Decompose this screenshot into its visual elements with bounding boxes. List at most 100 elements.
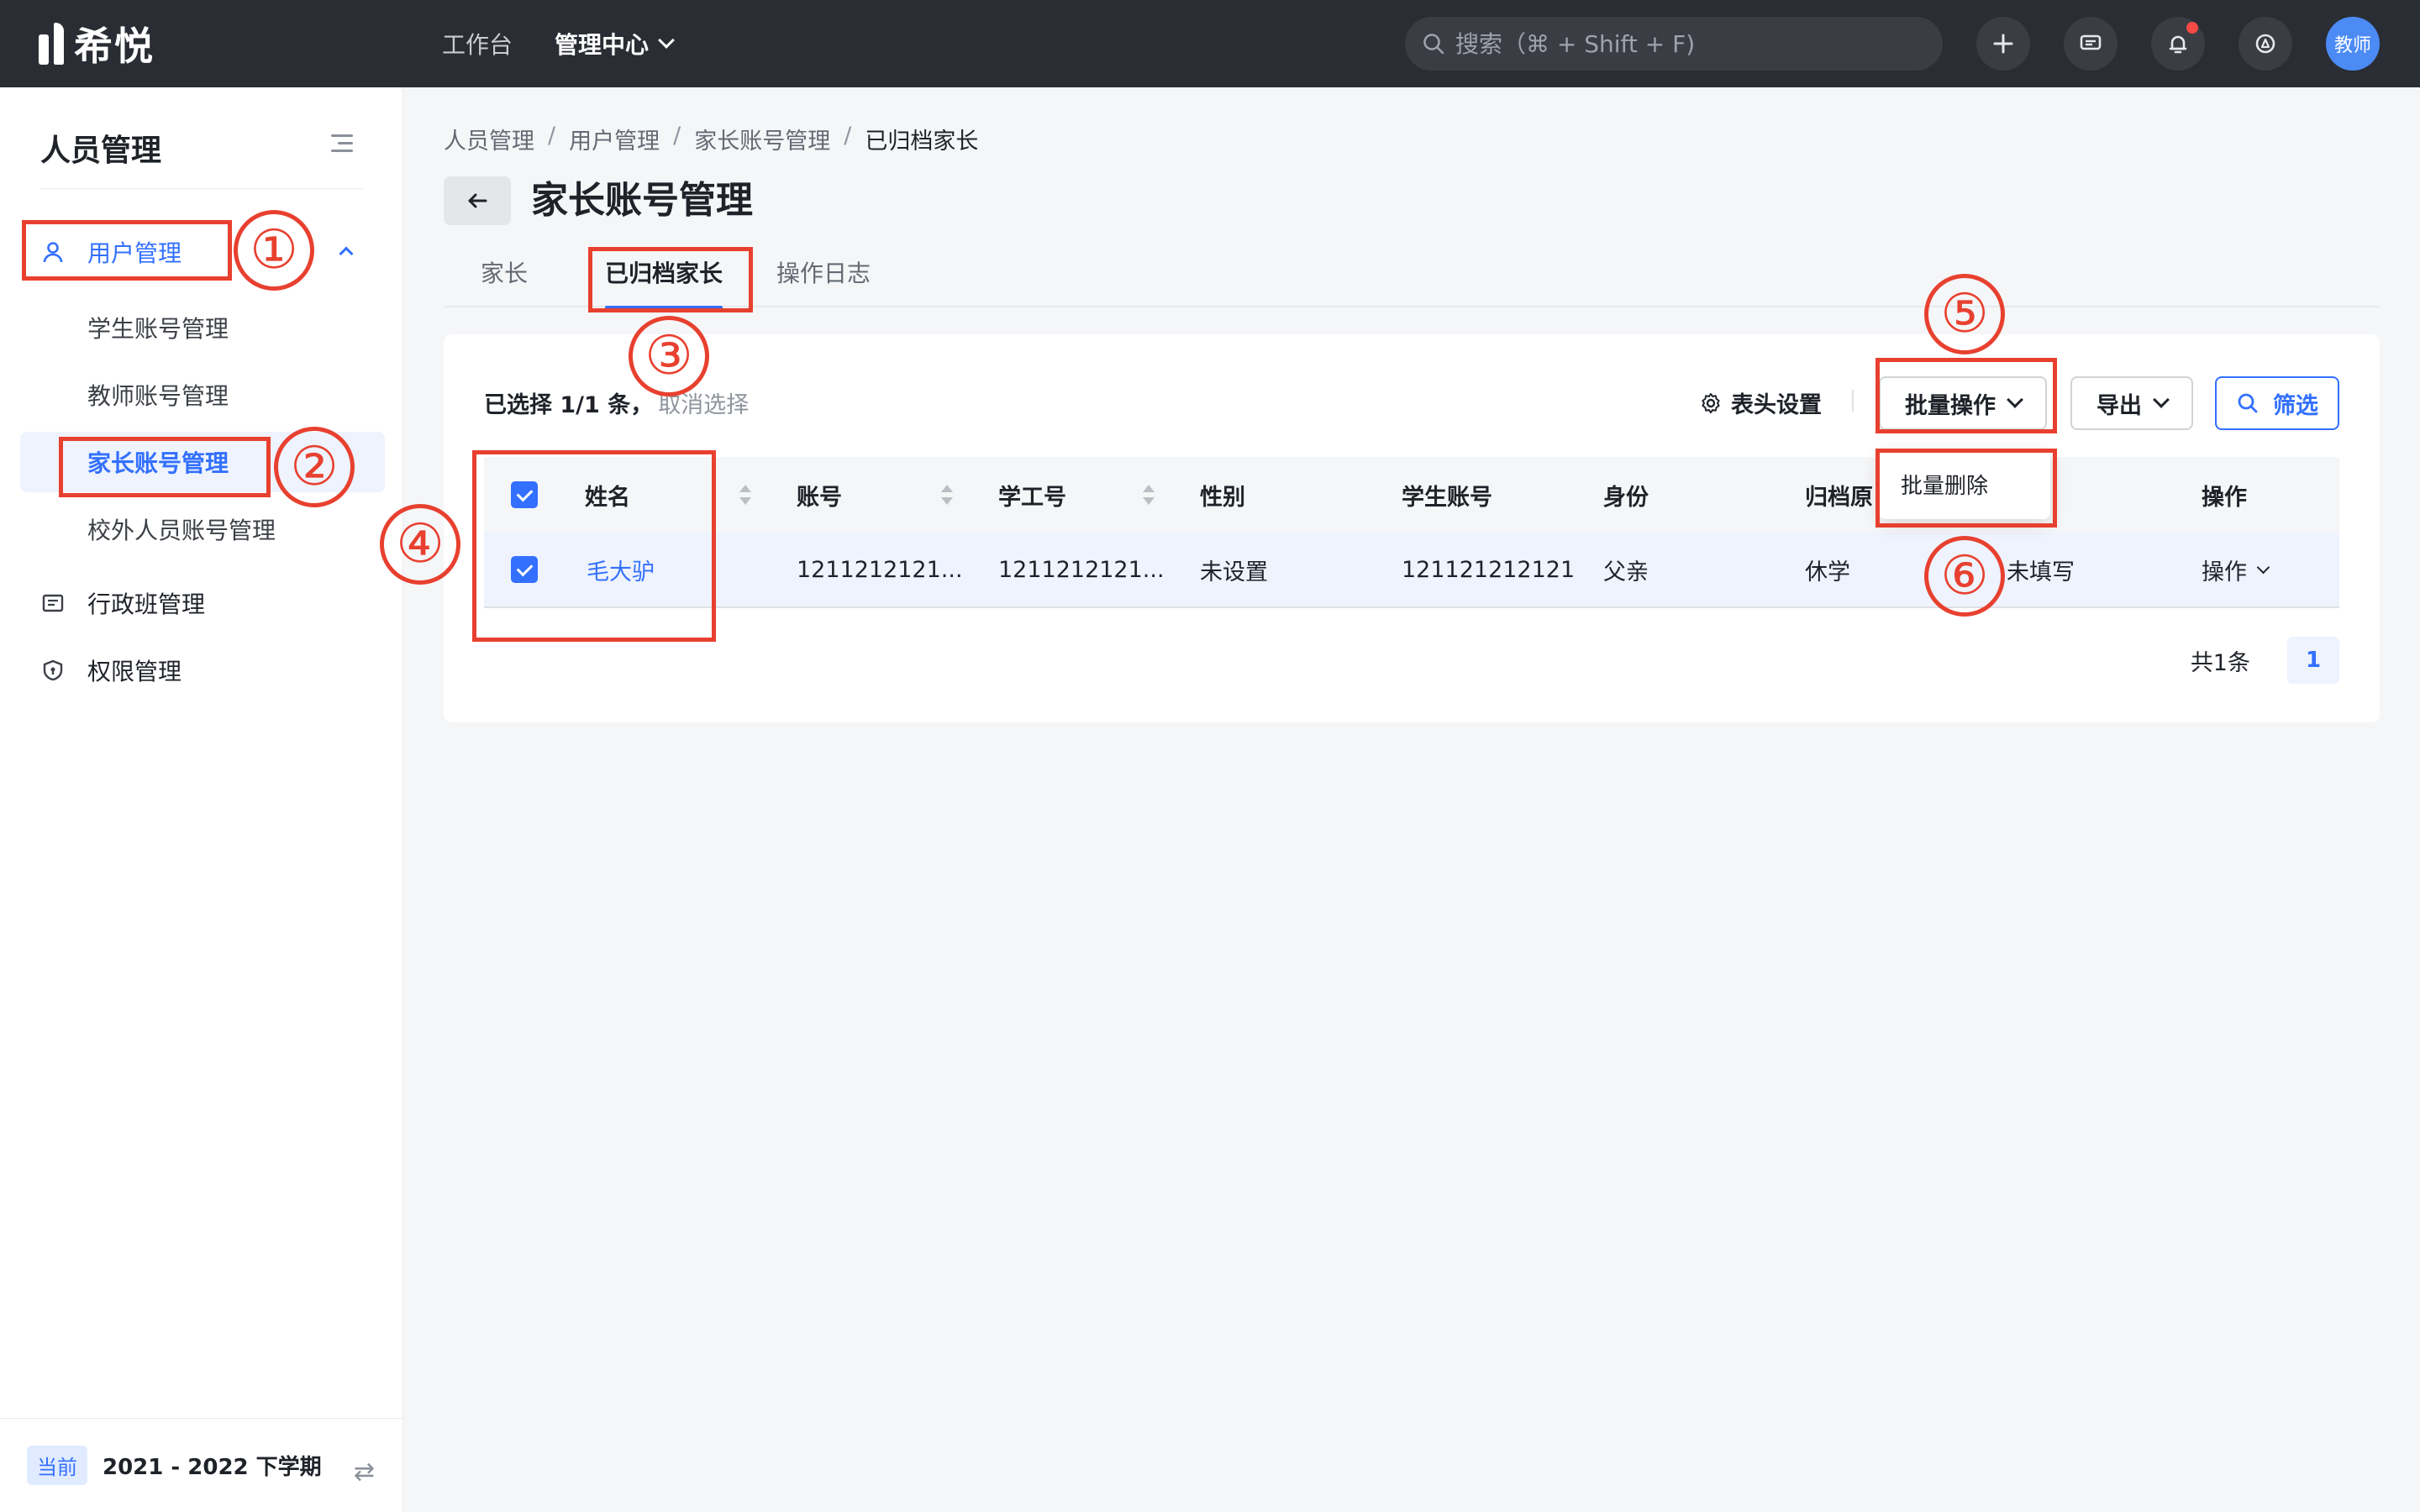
- notification-dot: [2186, 22, 2198, 34]
- app-switch-button[interactable]: [2238, 17, 2292, 71]
- sidebar-divider: [40, 188, 363, 189]
- user-avatar[interactable]: 教师: [2326, 17, 2380, 71]
- term-label: 2021 - 2022 下学期: [103, 1455, 322, 1480]
- sidebar-item-teacher-accounts[interactable]: 教师账号管理: [20, 365, 385, 425]
- chevron-down-icon: [2153, 391, 2170, 408]
- sort-icon[interactable]: [941, 483, 953, 507]
- header-settings-button[interactable]: 表头设置: [1699, 386, 1822, 419]
- search-icon: [2238, 393, 2258, 413]
- cell-account: 1211212121...: [797, 556, 963, 583]
- sidebar-item-student-accounts[interactable]: 学生账号管理: [20, 297, 385, 358]
- gear-icon: [1702, 392, 1720, 413]
- messages-button[interactable]: [2064, 17, 2118, 71]
- selection-info: 已选择 1/1 条， 取消选择: [484, 386, 749, 419]
- app-logo[interactable]: 希悦: [39, 20, 155, 69]
- sidebar-title: 人员管理: [40, 134, 162, 168]
- tab-parents[interactable]: 家长: [481, 255, 528, 306]
- sidebar-item-class-management[interactable]: 行政班管理: [20, 573, 385, 633]
- sort-icon[interactable]: [1143, 483, 1155, 507]
- sidebar-item-external-accounts[interactable]: 校外人员账号管理: [20, 499, 385, 559]
- page-number-1[interactable]: 1: [2287, 637, 2339, 684]
- top-bar: 希悦 工作台 管理中心 搜索（⌘ + Shift + F) 教师: [0, 0, 2420, 87]
- sidebar-item-permission-management[interactable]: 权限管理: [20, 640, 385, 701]
- annotation-box-6: [1876, 449, 2057, 528]
- cell-student-account: 121121212121: [1402, 556, 1576, 583]
- notifications-button[interactable]: [2151, 17, 2205, 71]
- search-input[interactable]: [1455, 29, 1926, 58]
- nav-admin-center[interactable]: 管理中心: [555, 27, 675, 60]
- export-label: 导出: [2096, 392, 2142, 419]
- search-icon: [1423, 34, 1444, 55]
- breadcrumb-item[interactable]: 人员管理: [444, 123, 534, 155]
- table-header: 姓名 账号 学工号 性别 学生账号 身份 归档原 操作: [484, 457, 2339, 533]
- annotation-number-5: ⑤: [1924, 274, 2005, 354]
- row-actions-dropdown[interactable]: 操作: [2202, 554, 2270, 586]
- logo-mark-icon: [39, 23, 64, 65]
- chat-icon: [2080, 34, 2102, 50]
- app-name: 希悦: [74, 24, 155, 69]
- cell-staff-no: 1211212121...: [998, 556, 1165, 583]
- annotation-box-4: [472, 450, 716, 642]
- cell-extra: 未填写: [2007, 559, 2075, 585]
- annotation-number-2: ②: [274, 427, 355, 507]
- breadcrumb-item[interactable]: 用户管理: [569, 123, 660, 155]
- cell-identity: 父亲: [1603, 559, 1649, 585]
- export-button[interactable]: 导出: [2070, 376, 2193, 430]
- annotation-number-4: ④: [380, 504, 460, 585]
- archived-parents-table: 姓名 账号 学工号 性别 学生账号 身份 归档原 操作 毛大驴 12112121…: [484, 457, 2339, 608]
- term-selector[interactable]: 当前 2021 - 2022 下学期 ⇄: [0, 1418, 403, 1512]
- current-term-badge: 当前: [27, 1446, 87, 1485]
- annotation-box-5: [1876, 358, 2057, 433]
- chevron-down-icon: [2256, 560, 2270, 574]
- sidebar-item-label: 权限管理: [87, 658, 182, 685]
- nav-workbench[interactable]: 工作台: [442, 27, 513, 60]
- class-icon: [40, 591, 66, 616]
- toolbar-divider: [1852, 390, 1854, 412]
- column-header-gender: 性别: [1200, 484, 1245, 511]
- chevron-down-icon: [658, 32, 675, 49]
- sidebar-item-label: 行政班管理: [87, 591, 206, 618]
- pagination: 共1条 1: [2191, 637, 2339, 684]
- annotation-number-6: ⑥: [1924, 536, 2005, 617]
- breadcrumb: 人员管理 / 用户管理 / 家长账号管理 / 已归档家长: [444, 123, 979, 155]
- nav-admin-center-label: 管理中心: [555, 31, 650, 59]
- table-card: 已选择 1/1 条， 取消选择 表头设置 批量操作 导出 筛选 姓名 账号 学工号: [444, 334, 2380, 722]
- annotation-box-2: [59, 437, 271, 497]
- chevron-up-icon: [339, 246, 354, 261]
- shield-icon: [40, 658, 66, 683]
- back-button[interactable]: [444, 176, 511, 225]
- add-button[interactable]: [1976, 17, 2030, 71]
- cell-archive-reason: 休学: [1805, 559, 1850, 585]
- collapse-sidebar-icon[interactable]: [331, 134, 353, 153]
- header-settings-label: 表头设置: [1731, 392, 1822, 418]
- annotation-box-3: [588, 247, 753, 312]
- compass-icon: [2255, 34, 2275, 54]
- column-header-actions: 操作: [2202, 484, 2247, 511]
- total-count: 共1条: [2190, 649, 2250, 676]
- tab-operation-log[interactable]: 操作日志: [776, 255, 871, 306]
- breadcrumb-item[interactable]: 家长账号管理: [694, 123, 830, 155]
- filter-label: 筛选: [2273, 392, 2318, 419]
- cell-gender: 未设置: [1200, 559, 1268, 585]
- column-header-account[interactable]: 账号: [797, 479, 842, 512]
- row-actions-label: 操作: [2202, 559, 2247, 585]
- filter-button[interactable]: 筛选: [2215, 376, 2339, 430]
- sort-icon[interactable]: [739, 483, 751, 507]
- bell-icon: [2169, 35, 2187, 54]
- selection-count: 已选择 1/1 条，: [484, 392, 654, 418]
- annotation-box-1: [22, 220, 232, 281]
- column-header-student-account: 学生账号: [1402, 484, 1492, 511]
- top-nav: 工作台 管理中心: [442, 0, 675, 87]
- sidebar: 人员管理 用户管理 学生账号管理 教师账号管理 家长账号管理 校外人员账号管理 …: [0, 87, 403, 1512]
- global-search[interactable]: [1405, 17, 1943, 71]
- column-header-identity: 身份: [1603, 484, 1649, 511]
- swap-icon[interactable]: ⇄: [354, 1457, 375, 1487]
- annotation-number-1: ①: [234, 210, 314, 291]
- page-title: 家长账号管理: [531, 179, 753, 222]
- annotation-number-3: ③: [629, 316, 709, 396]
- column-header-staff-no[interactable]: 学工号: [998, 479, 1066, 512]
- column-header-archive-reason: 归档原: [1805, 484, 1873, 511]
- breadcrumb-current: 已归档家长: [865, 129, 979, 155]
- table-row[interactable]: 毛大驴 1211212121... 1211212121... 未设置 1211…: [484, 533, 2339, 608]
- plus-icon: [1993, 34, 2013, 54]
